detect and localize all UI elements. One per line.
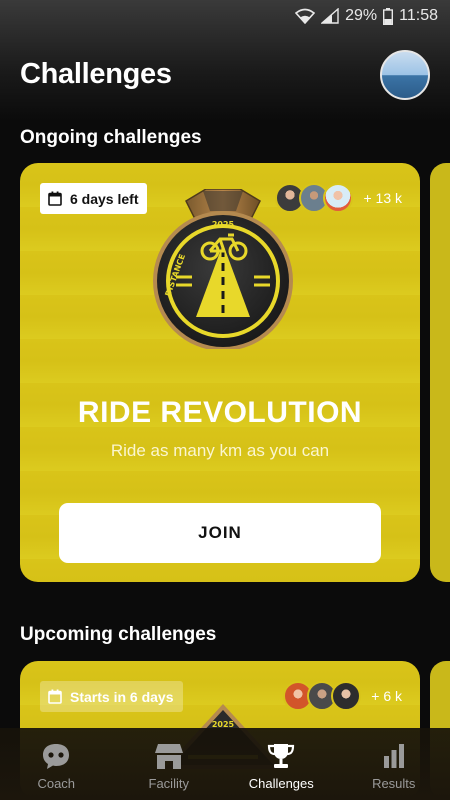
tab-facility-label: Facility [148,776,189,791]
participant-avatar [331,681,362,711]
tab-challenges-label: Challenges [248,776,314,791]
tab-results[interactable]: Results [338,728,450,800]
challenge-subtitle: Ride as many km as you can [110,441,330,460]
tab-facility[interactable]: Facility [113,728,226,800]
time-left-badge: 6 days left [40,183,148,214]
medal-icon: 2025 DISTANCE [153,189,293,349]
chat-bubble-icon [43,744,70,769]
tab-challenges[interactable]: Challenges [225,728,338,800]
bar-chart-icon [383,744,404,768]
page-title: Challenges [20,58,172,90]
challenge-card-ongoing[interactable]: 6 days left + 13 k 2025 DISTANCE RIDE RE… [20,163,420,582]
calendar-icon [48,191,62,206]
status-bar: 29% 11:58 [0,0,450,32]
challenge-title: RIDE REVOLUTION [77,396,363,429]
next-card-peek[interactable] [430,163,450,582]
participants-count: + 13 k [363,190,402,206]
storefront-icon [154,744,183,769]
participants-count: + 6 k [371,688,402,704]
join-button[interactable]: JOIN [59,503,381,563]
calendar-icon [48,689,62,704]
battery-icon [383,7,394,25]
section-title-ongoing: Ongoing challenges [20,127,202,148]
signal-icon [321,8,339,24]
time-left-text: 6 days left [70,190,139,207]
medal-year-text: 2025 [212,220,235,229]
tab-coach[interactable]: Coach [0,728,113,800]
battery-percent: 29% [345,7,378,24]
participant-avatar [323,183,354,213]
trophy-icon [268,744,295,768]
bottom-tab-bar: Coach Facility Challenges Results [0,728,450,800]
wifi-icon [295,8,316,24]
clock: 11:58 [399,7,438,24]
tab-coach-label: Coach [37,776,76,791]
participants: + 6 k [283,681,402,711]
section-title-upcoming: Upcoming challenges [20,624,217,645]
tab-results-label: Results [372,776,416,791]
avatar[interactable] [380,50,430,100]
